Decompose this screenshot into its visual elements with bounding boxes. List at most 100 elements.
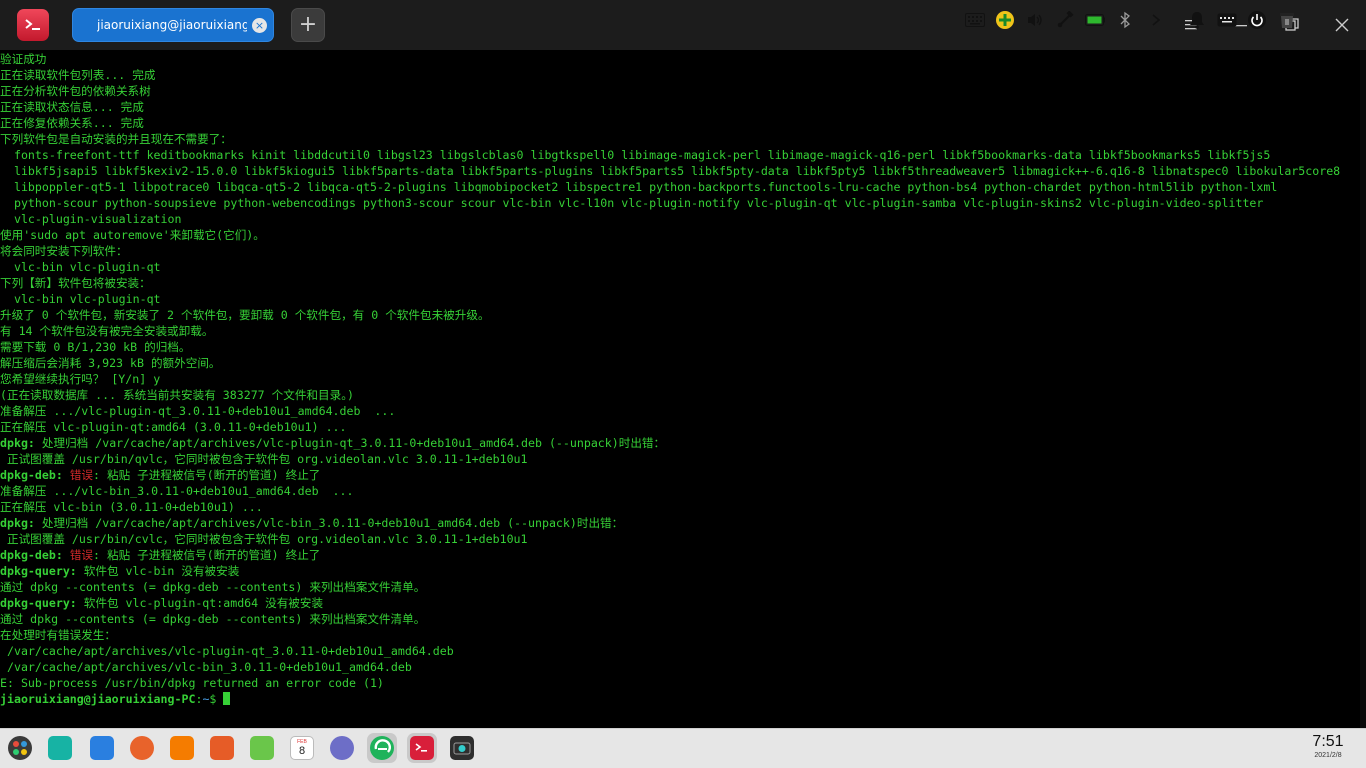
line-text: (正在读取数据库 ... 系统当前共安装有 383277 个文件和目录。) xyxy=(0,388,354,402)
new-tab-button[interactable]: + xyxy=(291,8,325,42)
dock-browser-icon[interactable] xyxy=(367,733,397,763)
clock-time[interactable]: 7:51 xyxy=(1308,733,1348,751)
line-text: /var/cache/apt/archives/vlc-bin_3.0.11-0… xyxy=(0,660,412,674)
line-text: fonts-freefont-ttf keditbookmarks kinit … xyxy=(0,148,1271,162)
dock xyxy=(0,728,1366,768)
process-label: dpkg: xyxy=(0,436,35,450)
line-text: E: Sub-process /usr/bin/dpkg returned an… xyxy=(0,676,384,690)
line-text: 您希望继续执行吗？ [Y/n] y xyxy=(0,372,161,386)
process-label: dpkg-deb: xyxy=(0,548,63,562)
chevron-right-icon[interactable] xyxy=(1146,10,1166,30)
line-text: 解压缩后会消耗 3,923 kB 的额外空间。 xyxy=(0,356,221,370)
terminal-output[interactable]: 验证成功正在读取软件包列表... 完成 正在分析软件包的依赖关系树 正在读取状态信息… xyxy=(0,50,1366,728)
bluetooth-icon[interactable] xyxy=(1115,10,1135,30)
line-text: 软件包 vlc-plugin-qt:amd64 没有被安装 xyxy=(76,596,324,610)
terminal-line: 下列【新】软件包将被安装： xyxy=(0,275,1366,291)
dock-office-icon[interactable] xyxy=(167,733,197,763)
network-icon[interactable] xyxy=(1055,10,1075,30)
line-text: 正在解压 vlc-plugin-qt:amd64 (3.0.11-0+deb10… xyxy=(0,420,347,434)
tab-close-icon[interactable]: × xyxy=(252,18,267,33)
process-label: dpkg: xyxy=(0,516,35,530)
dock-launcher-icon[interactable] xyxy=(5,733,35,763)
line-text: 处理归档 /var/cache/apt/archives/vlc-plugin-… xyxy=(34,436,666,450)
terminal-line: /var/cache/apt/archives/vlc-bin_3.0.11-0… xyxy=(0,659,1366,675)
music-icon xyxy=(250,736,274,760)
close-icon[interactable] xyxy=(1329,12,1355,38)
terminal-line: 正在解压 vlc-bin (3.0.11-0+deb10u1) ... xyxy=(0,499,1366,515)
terminal-line: dpkg-deb: 错误: 粘贴 子进程被信号(断开的管道) 终止了 xyxy=(0,547,1366,563)
terminal-line: dpkg-query: 软件包 vlc-plugin-qt:amd64 没有被安… xyxy=(0,595,1366,611)
terminal-line: dpkg-query: 软件包 vlc-bin 没有被安装 xyxy=(0,563,1366,579)
terminal-line: 您希望继续执行吗？ [Y/n] y xyxy=(0,371,1366,387)
calendar-icon: FEB 8 xyxy=(290,736,314,760)
dock-firefox-icon[interactable] xyxy=(127,733,157,763)
dock-image-viewer-icon[interactable] xyxy=(207,733,237,763)
terminal-line: 需要下载 0 B/1,230 kB 的归档。 xyxy=(0,339,1366,355)
line-text: 处理归档 /var/cache/apt/archives/vlc-bin_3.0… xyxy=(34,516,624,530)
dock-terminal-icon[interactable] xyxy=(407,733,437,763)
terminal-icon xyxy=(410,736,434,760)
terminal-line: 正在分析软件包的依赖关系树 xyxy=(0,83,1366,99)
process-label: dpkg-deb: xyxy=(0,468,63,482)
terminal-line: 解压缩后会消耗 3,923 kB 的额外空间。 xyxy=(0,355,1366,371)
dock-screenshot-icon[interactable] xyxy=(447,733,477,763)
terminal-line: dpkg: 处理归档 /var/cache/apt/archives/vlc-b… xyxy=(0,515,1366,531)
keyboard-icon[interactable] xyxy=(965,10,985,30)
onscreen-keyboard-icon[interactable] xyxy=(1217,10,1237,30)
terminal-line: (正在读取数据库 ... 系统当前共安装有 383277 个文件和目录。) xyxy=(0,387,1366,403)
text-cursor xyxy=(223,692,231,705)
line-text: 下列【新】软件包将被安装： xyxy=(0,276,151,290)
terminal-line: libpoppler-qt5-1 libpotrace0 libqca-qt5-… xyxy=(0,179,1366,195)
line-text: 升级了 0 个软件包，新安装了 2 个软件包，要卸载 0 个软件包，有 0 个软… xyxy=(0,308,490,322)
terminal-line: 准备解压 .../vlc-bin_3.0.11-0+deb10u1_amd64.… xyxy=(0,483,1366,499)
dock-app-store-icon[interactable] xyxy=(87,733,117,763)
terminal-line: 正试图覆盖 /usr/bin/qvlc，它同时被包含于软件包 org.video… xyxy=(0,451,1366,467)
line-text: 在处理时有错误发生： xyxy=(0,628,116,642)
input-method-icon[interactable] xyxy=(995,10,1015,30)
terminal-app-icon[interactable] xyxy=(17,9,49,41)
terminal-line: 下列软件包是自动安装的并且现在不需要了： xyxy=(0,131,1366,147)
dock-file-manager-icon[interactable] xyxy=(45,733,75,763)
dock-settings-icon[interactable] xyxy=(327,733,357,763)
dock-music-icon[interactable] xyxy=(247,733,277,763)
trash-icon[interactable] xyxy=(1277,10,1297,30)
terminal-line: 在处理时有错误发生： xyxy=(0,627,1366,643)
line-text: 将会同时安装下列软件： xyxy=(0,244,128,258)
line-text: 下列软件包是自动安装的并且现在不需要了： xyxy=(0,132,232,146)
notification-bell-icon[interactable] xyxy=(1187,10,1207,30)
prompt-line: jiaoruixiang@jiaoruixiang-PC:~$ xyxy=(0,691,1366,707)
volume-icon[interactable] xyxy=(1025,10,1045,30)
dock-calendar-icon[interactable]: FEB 8 xyxy=(287,733,317,763)
calendar-day: 8 xyxy=(298,745,306,757)
power-icon[interactable] xyxy=(1247,10,1267,30)
line-text: 正试图覆盖 /usr/bin/qvlc，它同时被包含于软件包 org.video… xyxy=(0,452,528,466)
line-text: 验证成功 xyxy=(0,52,47,66)
line-text: 有 14 个软件包没有被完全安装或卸载。 xyxy=(0,324,214,338)
browser-icon xyxy=(370,736,394,760)
line-text: 正在读取软件包列表... 完成 xyxy=(0,68,156,82)
line-text: : 粘贴 子进程被信号(断开的管道) 终止了 xyxy=(93,548,321,562)
terminal-line: dpkg-deb: 错误: 粘贴 子进程被信号(断开的管道) 终止了 xyxy=(0,467,1366,483)
terminal-line: dpkg: 处理归档 /var/cache/apt/archives/vlc-p… xyxy=(0,435,1366,451)
terminal-line: 正试图覆盖 /usr/bin/cvlc，它同时被包含于软件包 org.video… xyxy=(0,531,1366,547)
terminal-line: 通过 dpkg --contents (= dpkg-deb --content… xyxy=(0,611,1366,627)
terminal-line: fonts-freefont-ttf keditbookmarks kinit … xyxy=(0,147,1366,163)
terminal-line: 正在读取软件包列表... 完成 xyxy=(0,67,1366,83)
line-text: vlc-plugin-visualization xyxy=(0,212,182,226)
office-icon xyxy=(170,736,194,760)
terminal-line: 正在读取状态信息... 完成 xyxy=(0,99,1366,115)
line-text: 正试图覆盖 /usr/bin/cvlc，它同时被包含于软件包 org.video… xyxy=(0,532,528,546)
line-text xyxy=(63,548,70,562)
battery-icon[interactable] xyxy=(1085,10,1105,30)
line-text: libpoppler-qt5-1 libpotrace0 libqca-qt5-… xyxy=(0,180,1278,194)
file-manager-icon xyxy=(48,736,72,760)
line-text: 正在修复依赖关系... 完成 xyxy=(0,116,144,130)
terminal-scrollbar[interactable] xyxy=(1360,50,1366,728)
line-text: 正在解压 vlc-bin (3.0.11-0+deb10u1) ... xyxy=(0,500,263,514)
image-viewer-icon xyxy=(210,736,234,760)
line-text: vlc-bin vlc-plugin-qt xyxy=(0,292,161,306)
line-text: 通过 dpkg --contents (= dpkg-deb --content… xyxy=(0,612,426,626)
terminal-tab[interactable]: jiaoruixiang@jiaoruixiang-PC: ~ × xyxy=(72,8,274,42)
line-text: 正在分析软件包的依赖关系树 xyxy=(0,84,151,98)
error-label: 错误 xyxy=(69,548,94,562)
